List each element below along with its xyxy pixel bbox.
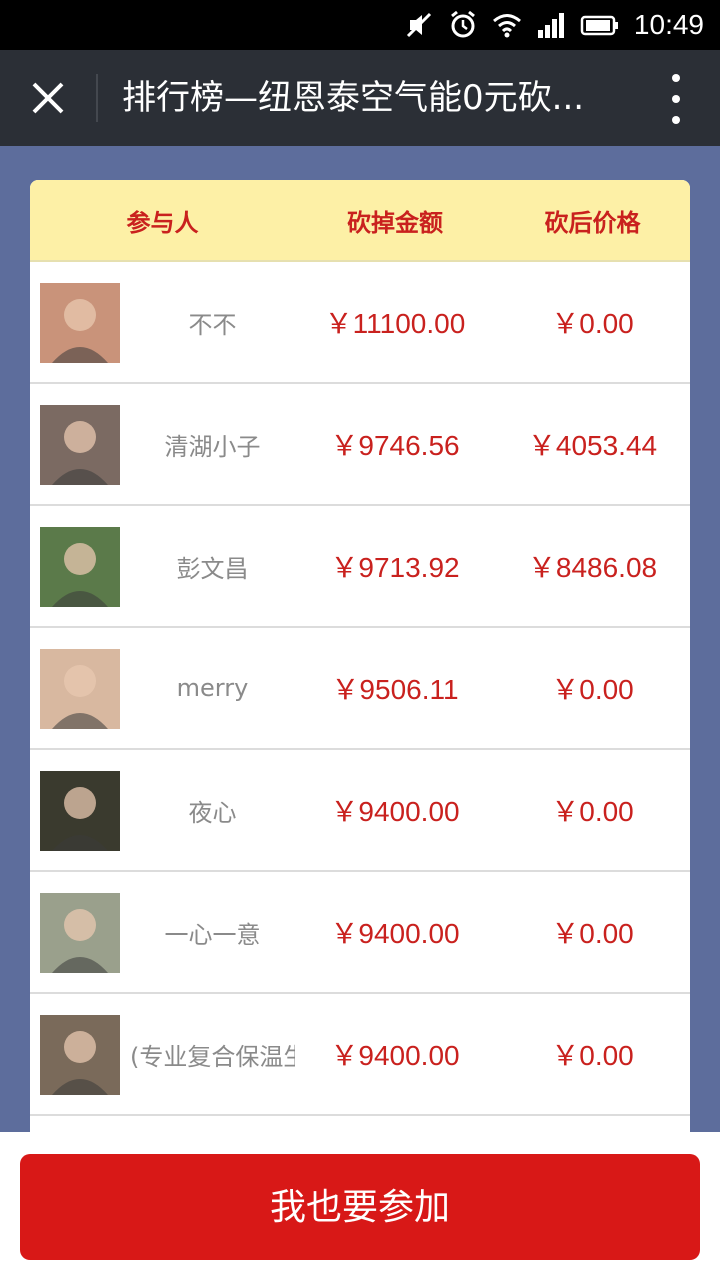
page-title: 排行榜—纽恩泰空气能0元砍... [122,78,585,118]
price-after: ￥0.00 [551,796,634,827]
header-cut-amount: 砍掉金额 [347,208,443,237]
title-bar: 排行榜—纽恩泰空气能0元砍... [0,50,720,146]
signal-icon [536,10,566,40]
cut-amount: ￥9400.00 [330,1040,460,1071]
price-after: ￥0.00 [551,308,634,339]
price-after: ￥0.00 [551,674,634,705]
avatar [40,771,120,851]
mute-icon [404,10,434,40]
status-time: 10:49 [633,9,704,40]
price-after: ￥0.00 [551,1040,634,1071]
table-row: (专业复合保温生 ￥9400.00 ￥0.00 [30,994,690,1116]
avatar [40,527,120,607]
battery-icon [580,10,620,40]
table-row: 一心一意 ￥9400.00 ￥0.00 [30,872,690,994]
table-row: 不不 ￥11100.00 ￥0.00 [30,262,690,384]
wifi-icon [492,10,522,40]
cut-amount: ￥9713.92 [330,552,460,583]
more-vertical-icon [672,74,680,82]
participant-name: 清湖小子 [164,432,261,461]
avatar [40,405,120,485]
table-header: 参与人 砍掉金额 砍后价格 [30,180,690,262]
avatar [40,283,120,363]
cut-amount: ￥9400.00 [330,796,460,827]
cut-amount: ￥11100.00 [324,308,466,339]
participant-name: merry [176,674,249,702]
price-after: ￥8486.08 [527,552,658,583]
table-row: merry ￥9506.11 ￥0.00 [30,628,690,750]
alarm-icon [448,10,478,40]
participant-name: 不不 [188,310,237,339]
status-icons: 10:49 [404,8,704,42]
table-row: 清湖小子 ￥9746.56 ￥4053.44 [30,384,690,506]
participant-name: (专业复合保温生 [130,1042,295,1071]
more-button[interactable] [666,74,686,124]
join-button[interactable]: 我也要参加 [20,1154,700,1260]
participant-name: 一心一意 [164,920,261,949]
close-button[interactable] [22,72,74,124]
header-price-after: 砍后价格 [544,208,641,237]
table-row: 彭文昌 ￥9713.92 ￥8486.08 [30,506,690,628]
avatar [40,1015,120,1095]
cut-amount: ￥9506.11 [331,674,459,705]
participant-name: 夜心 [188,798,237,827]
footer-bar: 我也要参加 [0,1132,720,1280]
participant-name: 彭文昌 [176,554,249,583]
leaderboard-table: 参与人 砍掉金额 砍后价格 不不 ￥11100.00 ￥0.00 清湖小子 ￥9746.… [30,180,690,1180]
table-body: 不不 ￥11100.00 ￥0.00 清湖小子 ￥9746.56 ￥4053.44 彭文昌 ￥… [30,262,690,1180]
avatar [40,649,120,729]
header-participant: 参与人 [126,208,199,237]
price-after: ￥0.00 [551,918,634,949]
title-divider [96,74,98,122]
avatar [40,893,120,973]
cut-amount: ￥9400.00 [330,918,460,949]
price-after: ￥4053.44 [527,430,658,461]
table-row: 夜心 ￥9400.00 ￥0.00 [30,750,690,872]
cut-amount: ￥9746.56 [330,430,460,461]
status-bar: 10:49 [0,0,720,50]
close-icon [32,82,64,114]
